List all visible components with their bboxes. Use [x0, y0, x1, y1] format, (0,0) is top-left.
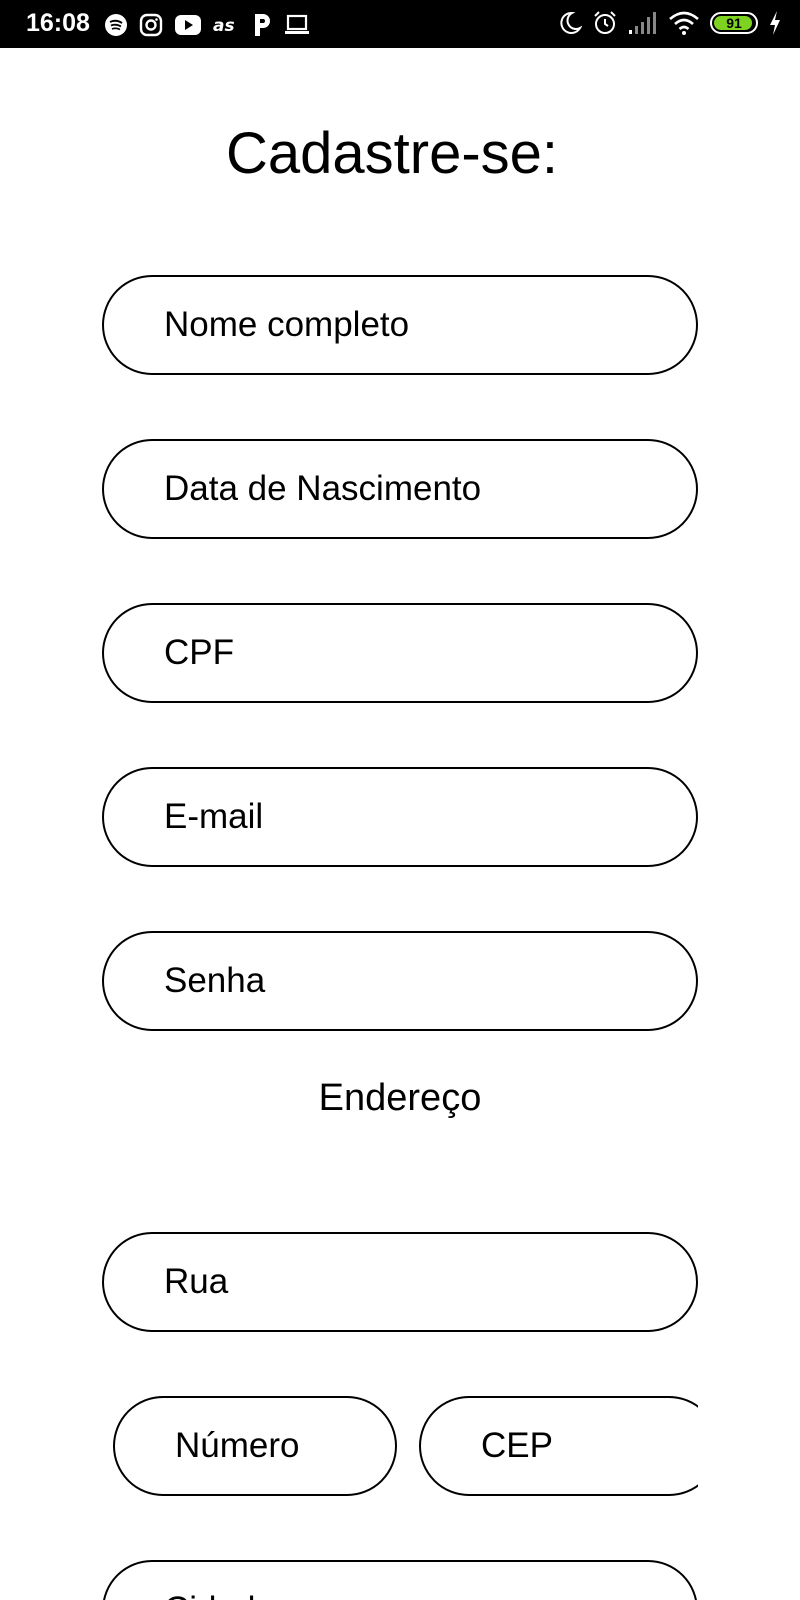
battery-icon: 91	[710, 12, 758, 34]
page-title: Cadastre-se:	[225, 121, 559, 186]
youtube-icon	[174, 14, 202, 36]
status-bar: 16:08 as 91	[0, 0, 800, 48]
laptop-icon	[283, 14, 311, 36]
birth-date-field[interactable]: Data de Nascimento	[102, 439, 698, 539]
wifi-icon	[668, 10, 700, 36]
lastfm-icon: as	[213, 15, 241, 35]
number-placeholder: Número	[175, 1426, 300, 1465]
charging-icon	[768, 10, 782, 36]
system-icons: 91	[558, 10, 782, 36]
pandora-icon	[252, 12, 272, 38]
email-placeholder: E-mail	[164, 797, 264, 836]
instagram-icon	[139, 13, 163, 37]
city-field[interactable]: Cidade	[102, 1560, 698, 1600]
full-name-placeholder: Nome completo	[164, 305, 410, 344]
cpf-field[interactable]: CPF	[102, 603, 698, 703]
email-field[interactable]: E-mail	[102, 767, 698, 867]
cep-field[interactable]: CEP	[419, 1396, 719, 1496]
battery-level: 91	[726, 15, 742, 31]
city-placeholder: Cidade	[104, 1590, 275, 1600]
cep-placeholder: CEP	[481, 1426, 553, 1465]
moon-icon	[558, 10, 582, 36]
birth-date-placeholder: Data de Nascimento	[164, 469, 482, 508]
street-placeholder: Rua	[164, 1262, 229, 1301]
full-name-field[interactable]: Nome completo	[102, 275, 698, 375]
street-field[interactable]: Rua	[102, 1232, 698, 1332]
svg-text:as: as	[213, 16, 235, 35]
cpf-placeholder: CPF	[164, 633, 234, 672]
alarm-icon	[592, 10, 618, 36]
clip-mask	[698, 1380, 800, 1520]
number-field[interactable]: Número	[113, 1396, 397, 1496]
notification-icons: as	[104, 12, 311, 38]
spotify-icon	[104, 13, 128, 37]
password-placeholder: Senha	[164, 961, 266, 1000]
password-field[interactable]: Senha	[102, 931, 698, 1031]
address-section-label: Endereço	[318, 1077, 482, 1119]
signal-icon	[628, 11, 658, 35]
status-time: 16:08	[26, 9, 90, 37]
